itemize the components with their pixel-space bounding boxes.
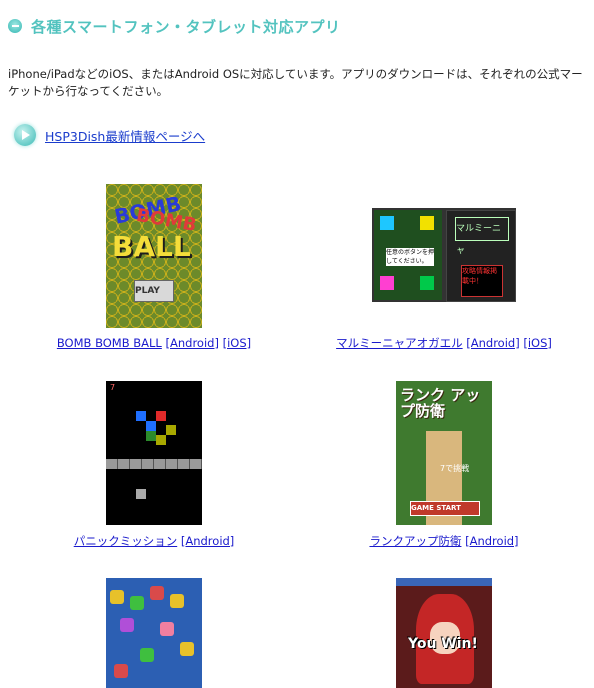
android-link[interactable]: [Android] <box>465 534 518 548</box>
art-start-button: GAME START <box>410 501 480 516</box>
art-challenge: 7で挑戦 <box>440 464 470 473</box>
art-logo: マルミーニャ <box>455 217 509 256</box>
app-screenshot-you-win[interactable]: You Win! <box>396 578 492 688</box>
description-text: iPhone/iPadなどのiOS、またはAndroid OSに対応しています。… <box>8 67 583 98</box>
art-floor <box>106 459 202 469</box>
app-name-link[interactable]: マルミーニャアオガエル <box>336 336 463 350</box>
art-title: ランク アップ防衛 <box>400 386 481 420</box>
art-ad: 攻略情報掲載中！ <box>461 265 503 297</box>
section-heading: 各種スマートフォン・タブレット対応アプリ <box>8 14 341 38</box>
android-link[interactable]: [Android] <box>181 534 234 548</box>
art-play-button: PLAY <box>134 280 174 302</box>
art-score: 7 <box>110 383 116 392</box>
app-screenshot-bomb-bomb-ball[interactable]: BOMB BOMB BALL PLAY <box>106 184 202 328</box>
ios-link[interactable]: [iOS] <box>523 336 552 350</box>
art-title-3: BALL <box>112 230 191 263</box>
art-you-win: You Win! <box>408 636 478 652</box>
app-screenshot-puzzle[interactable] <box>106 578 202 688</box>
heading-bullet-icon <box>8 19 22 33</box>
hsp3dish-link[interactable]: HSP3Dish最新情報ページへ <box>45 126 205 145</box>
app-caption-1: BOMB BOMB BALL [Android] [iOS] <box>40 332 268 351</box>
android-link[interactable]: [Android] <box>166 336 219 350</box>
hsp3dish-link-row[interactable]: HSP3Dish最新情報ページへ <box>14 124 205 146</box>
heading-text: 各種スマートフォン・タブレット対応アプリ <box>31 17 341 36</box>
app-name-link[interactable]: ランクアップ防衛 <box>369 534 461 548</box>
app-screenshot-rank-up-defense[interactable]: ランク アップ防衛 7で挑戦 GAME START <box>396 381 492 525</box>
ios-link[interactable]: [iOS] <box>223 336 252 350</box>
play-arrow-icon <box>14 124 36 146</box>
app-caption-2: マルミーニャアオガエル [Android] [iOS] <box>324 332 564 351</box>
art-message: 任意のボタンを押してください。 <box>386 248 435 266</box>
app-caption-4: ランクアップ防衛 [Android] <box>344 530 544 549</box>
app-screenshot-panic-mission[interactable]: 7 <box>106 381 202 525</box>
android-link[interactable]: [Android] <box>466 336 519 350</box>
app-screenshot-marumi-nya[interactable]: 任意のボタンを押してください。 マルミーニャ 攻略情報掲載中！ <box>372 208 516 302</box>
app-caption-3: パニックミッション [Android] <box>54 530 254 549</box>
app-name-link[interactable]: パニックミッション <box>74 534 178 548</box>
app-name-link[interactable]: BOMB BOMB BALL <box>57 336 162 350</box>
art-panel-left: 任意のボタンを押してください。 <box>374 210 442 300</box>
art-panel-right: マルミーニャ 攻略情報掲載中！ <box>446 210 516 302</box>
art-top-bar <box>396 578 492 586</box>
